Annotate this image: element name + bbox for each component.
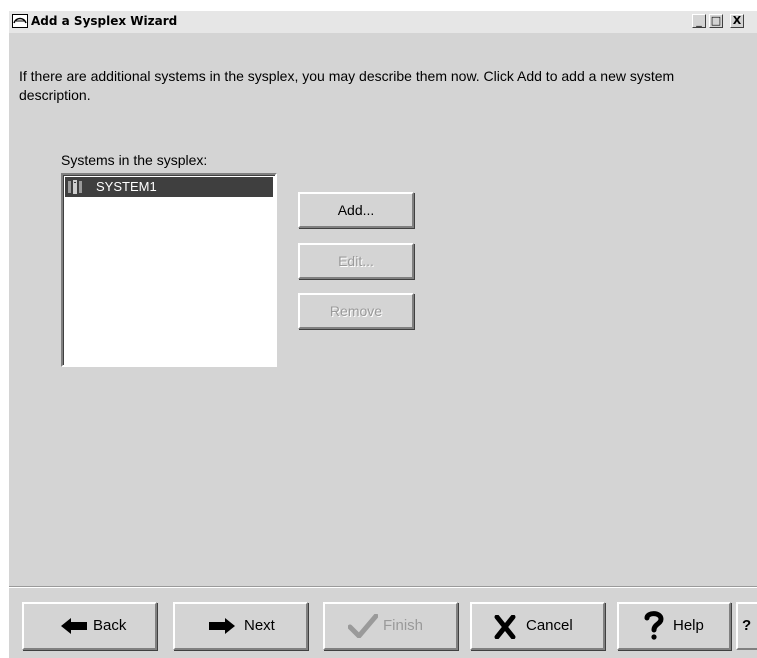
- remove-button-label: Remove: [329, 303, 383, 319]
- title-bar[interactable]: Add a Sysplex Wizard _ □ X: [9, 11, 757, 33]
- cancel-button-label: Cancel: [526, 617, 573, 634]
- systems-list-label: Systems in the sysplex:: [61, 152, 208, 168]
- context-help-icon: ?: [742, 617, 752, 634]
- systems-listbox[interactable]: SYSTEM1: [61, 173, 277, 367]
- server-tower-icon: [68, 180, 82, 194]
- close-button[interactable]: X: [730, 14, 744, 28]
- system-name: SYSTEM1: [96, 179, 157, 194]
- maximize-button[interactable]: □: [709, 14, 723, 28]
- remove-button[interactable]: Remove: [298, 293, 414, 329]
- add-button-label: Add...: [337, 202, 375, 218]
- help-button[interactable]: Help: [617, 602, 731, 650]
- help-button-label: Help: [673, 617, 704, 634]
- arrow-left-icon: [61, 618, 87, 634]
- edit-button[interactable]: Edit...: [298, 243, 414, 279]
- checkmark-icon: [348, 614, 378, 638]
- next-button-label: Next: [244, 617, 275, 634]
- add-button[interactable]: Add...: [298, 192, 414, 228]
- question-mark-icon: [644, 611, 664, 640]
- edit-button-label: Edit...: [338, 253, 374, 269]
- cancel-button[interactable]: Cancel: [470, 602, 605, 650]
- minimize-button[interactable]: _: [692, 14, 706, 28]
- x-icon: [494, 615, 516, 639]
- sysplex-logo-icon: [12, 14, 28, 28]
- window-title: Add a Sysplex Wizard: [31, 14, 178, 28]
- back-button[interactable]: Back: [22, 602, 157, 650]
- context-help-button[interactable]: ?: [736, 602, 757, 650]
- next-button[interactable]: Next: [173, 602, 308, 650]
- finish-button-label: Finish: [383, 617, 424, 634]
- list-item-system1[interactable]: SYSTEM1: [65, 177, 273, 197]
- footer-separator: [9, 586, 757, 588]
- close-icon: X: [732, 14, 742, 27]
- maximize-icon: □: [710, 14, 722, 27]
- arrow-right-icon: [209, 618, 235, 634]
- intro-text: If there are additional systems in the s…: [19, 68, 675, 103]
- wizard-window: Add a Sysplex Wizard _ □ X If there are …: [8, 10, 757, 658]
- finish-button[interactable]: Finish: [323, 602, 458, 650]
- minimize-icon: _: [696, 14, 702, 27]
- back-button-label: Back: [93, 617, 127, 634]
